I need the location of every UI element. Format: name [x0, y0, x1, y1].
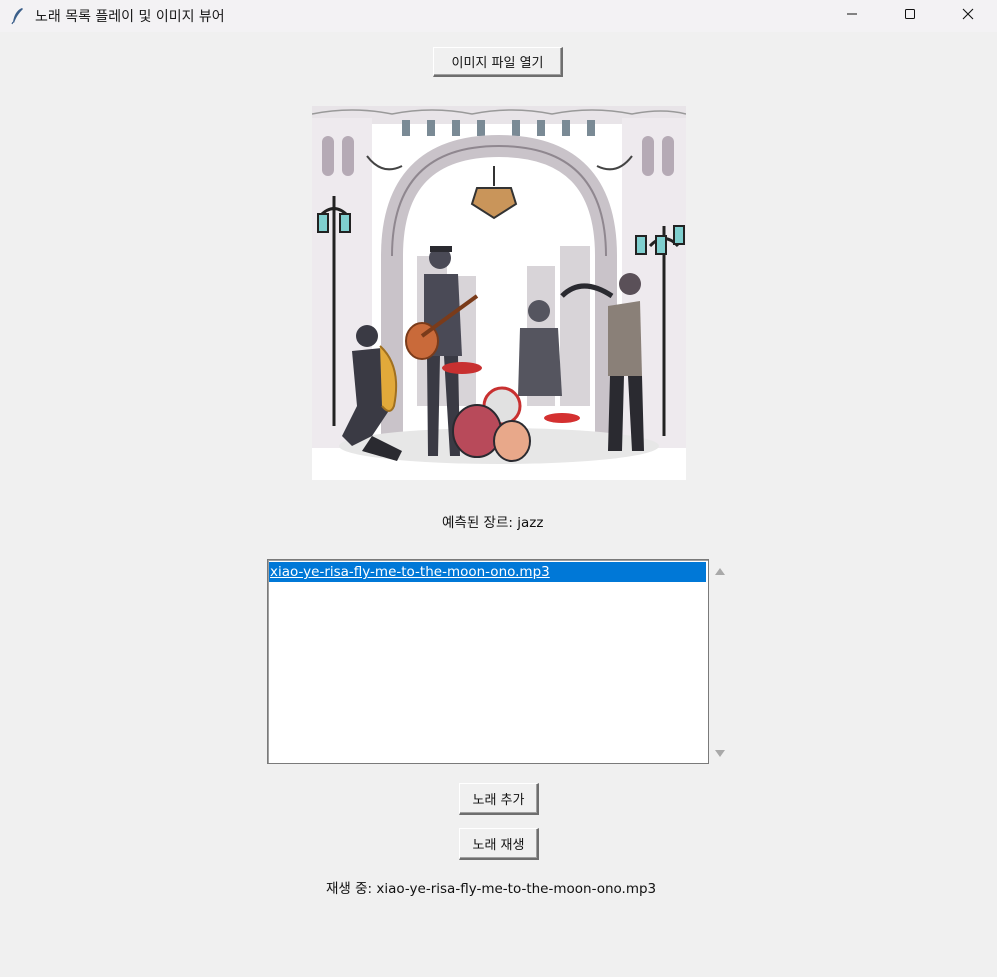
close-button[interactable]: [939, 0, 997, 28]
window-controls: [823, 0, 997, 28]
feather-icon: [11, 8, 23, 25]
playlist-listbox[interactable]: xiao-ye-risa-fly-me-to-the-moon-ono.mp3: [267, 559, 709, 764]
scroll-up-icon[interactable]: [714, 566, 726, 576]
now-playing-label: 재생 중: xiao-ye-risa-fly-me-to-the-moon-on…: [326, 881, 657, 897]
window-title: 노래 목록 플레이 및 이미지 뷰어: [35, 9, 225, 25]
jazz-band-image: [312, 106, 686, 480]
maximize-button[interactable]: [881, 0, 939, 28]
maximize-icon: [905, 9, 915, 19]
minimize-icon: [847, 13, 857, 15]
scroll-down-icon[interactable]: [714, 749, 726, 759]
genre-label: 예측된 장르: jazz: [442, 515, 544, 531]
play-song-button[interactable]: 노래 재생: [459, 828, 539, 860]
list-item[interactable]: xiao-ye-risa-fly-me-to-the-moon-ono.mp3: [269, 562, 706, 582]
app-window: 노래 목록 플레이 및 이미지 뷰어 이미지 파일 열기 예측된 장르: jaz…: [0, 0, 997, 977]
open-image-button[interactable]: 이미지 파일 열기: [433, 47, 563, 77]
title-bar[interactable]: 노래 목록 플레이 및 이미지 뷰어: [0, 0, 997, 32]
add-song-button[interactable]: 노래 추가: [459, 783, 539, 815]
close-icon: [962, 8, 974, 20]
minimize-button[interactable]: [823, 0, 881, 28]
